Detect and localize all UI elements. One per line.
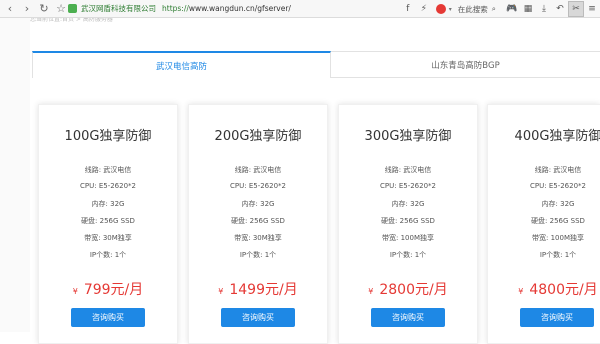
spec-line: 线路: 武汉电信 xyxy=(534,166,582,174)
spec-cpu: CPU: E5-2620*2 xyxy=(380,182,436,190)
plan-card: 400G独享防御 线路: 武汉电信 CPU: E5-2620*2 内存: 32G… xyxy=(487,104,600,344)
plan-title: 200G独享防御 xyxy=(214,129,302,144)
plan-card: 300G独享防御 线路: 武汉电信 CPU: E5-2620*2 内存: 32G… xyxy=(338,104,478,344)
spec-ip: IP个数: 1个 xyxy=(539,251,577,259)
currency-symbol: ¥ xyxy=(518,287,524,296)
plan-price: ¥2800元/月 xyxy=(368,282,448,298)
spec-bandwidth: 带宽: 100M独享 xyxy=(532,234,584,242)
buy-button[interactable]: 咨询购买 xyxy=(371,308,445,327)
spec-ip: IP个数: 1个 xyxy=(239,251,277,259)
currency-symbol: ¥ xyxy=(72,287,78,296)
buy-button[interactable]: 咨询购买 xyxy=(71,308,145,327)
spec-ram: 内存: 32G xyxy=(91,200,125,208)
spec-ram: 内存: 32G xyxy=(391,200,425,208)
spec-line: 线路: 武汉电信 xyxy=(84,166,132,174)
plan-card: 100G独享防御 线路: 武汉电信 CPU: E5-2620*2 内存: 32G… xyxy=(38,104,178,344)
spec-ram: 内存: 32G xyxy=(241,200,275,208)
buy-button[interactable]: 咨询购买 xyxy=(221,308,295,327)
spec-cpu: CPU: E5-2620*2 xyxy=(230,182,286,190)
plan-title: 300G独享防御 xyxy=(364,129,452,144)
plan-price: ¥799元/月 xyxy=(72,282,144,298)
spec-disk: 硬盘: 256G SSD xyxy=(381,217,435,225)
spec-line: 线路: 武汉电信 xyxy=(234,166,282,174)
spec-bandwidth: 带宽: 30M独享 xyxy=(234,234,282,242)
spec-ip: IP个数: 1个 xyxy=(89,251,127,259)
plan-price: ¥4800元/月 xyxy=(518,282,598,298)
spec-disk: 硬盘: 256G SSD xyxy=(231,217,285,225)
spec-cpu: CPU: E5-2620*2 xyxy=(530,182,586,190)
spec-ram: 内存: 32G xyxy=(541,200,575,208)
plan-price: ¥1499元/月 xyxy=(218,282,298,298)
buy-button[interactable]: 咨询购买 xyxy=(520,308,594,327)
spec-disk: 硬盘: 256G SSD xyxy=(531,217,585,225)
plan-title: 100G独享防御 xyxy=(64,129,152,144)
plan-card: 200G独享防御 线路: 武汉电信 CPU: E5-2620*2 内存: 32G… xyxy=(188,104,328,344)
spec-bandwidth: 带宽: 30M独享 xyxy=(84,234,132,242)
spec-bandwidth: 带宽: 100M独享 xyxy=(382,234,434,242)
spec-cpu: CPU: E5-2620*2 xyxy=(80,182,136,190)
spec-ip: IP个数: 1个 xyxy=(389,251,427,259)
spec-line: 线路: 武汉电信 xyxy=(384,166,432,174)
plan-cards: 100G独享防御 线路: 武汉电信 CPU: E5-2620*2 内存: 32G… xyxy=(0,0,600,344)
spec-disk: 硬盘: 256G SSD xyxy=(81,217,135,225)
currency-symbol: ¥ xyxy=(218,287,224,296)
plan-title: 400G独享防御 xyxy=(514,129,600,144)
currency-symbol: ¥ xyxy=(368,287,374,296)
